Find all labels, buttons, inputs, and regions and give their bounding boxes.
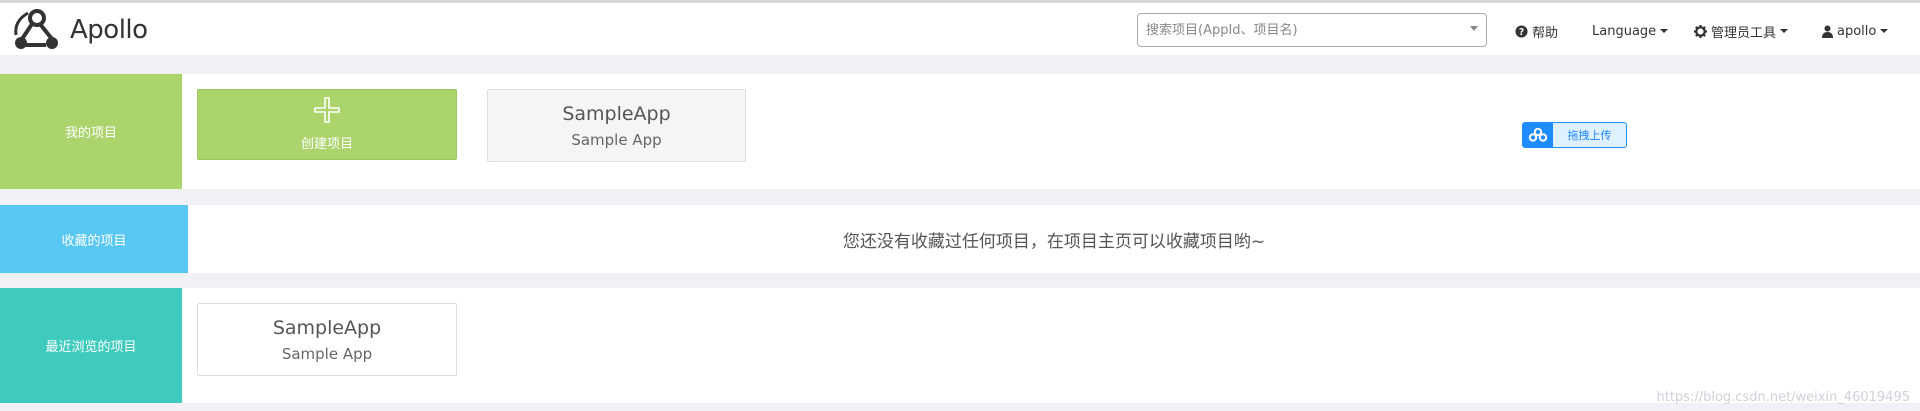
user-dropdown[interactable]: apollo <box>1822 21 1889 41</box>
favorites-section: 收藏的项目 您还没有收藏过任何项目，在项目主页可以收藏项目哟~ <box>0 205 1920 273</box>
user-icon <box>1822 25 1833 38</box>
my-projects-label: 我的项目 <box>0 74 182 189</box>
recent-section: 最近浏览的项目 SampleApp Sample App <box>0 288 1920 403</box>
upload-badge-label: 拖拽上传 <box>1567 129 1612 142</box>
brand[interactable]: Apollo <box>12 6 148 54</box>
caret-down-icon <box>1780 29 1789 33</box>
plus-icon <box>314 97 340 127</box>
favorites-empty-message: 您还没有收藏过任何项目，在项目主页可以收藏项目哟~ <box>842 231 1266 252</box>
search-input[interactable] <box>1146 22 1466 38</box>
create-project-button[interactable]: 创建项目 <box>197 89 457 160</box>
language-label: Language <box>1592 23 1657 39</box>
project-card[interactable]: SampleApp Sample App <box>197 303 457 376</box>
baidu-cloud-icon <box>1523 123 1553 147</box>
project-card[interactable]: SampleApp Sample App <box>487 89 746 162</box>
language-dropdown[interactable]: Language <box>1592 21 1669 41</box>
gear-icon <box>1694 24 1707 38</box>
help-label: 帮助 <box>1532 25 1559 41</box>
project-app-name: Sample App <box>281 344 373 363</box>
project-app-id: SampleApp <box>562 102 671 125</box>
top-navbar: Apollo ? 帮助 Language <box>0 0 1920 55</box>
project-app-id: SampleApp <box>272 316 382 339</box>
help-link[interactable]: ? 帮助 <box>1515 21 1558 41</box>
watermark: https://blog.csdn.net/weixin_46019495 <box>1656 390 1910 405</box>
svg-text:?: ? <box>1519 26 1524 37</box>
project-search-select[interactable] <box>1137 13 1487 47</box>
upload-badge[interactable]: 拖拽上传 <box>1522 122 1627 148</box>
caret-down-icon <box>1880 29 1889 33</box>
project-app-name: Sample App <box>571 130 662 149</box>
recent-label: 最近浏览的项目 <box>0 288 182 403</box>
create-project-label: 创建项目 <box>300 137 353 152</box>
admin-tools-dropdown[interactable]: 管理员工具 <box>1694 21 1789 41</box>
admin-tools-label: 管理员工具 <box>1711 25 1777 41</box>
apollo-logo-icon <box>12 7 62 53</box>
my-projects-section: 我的项目 创建项目 SampleApp Sample App <box>0 74 1920 189</box>
favorites-label: 收藏的项目 <box>0 205 188 273</box>
chevron-down-icon[interactable] <box>1470 26 1478 31</box>
user-label: apollo <box>1837 23 1877 39</box>
question-circle-icon: ? <box>1515 24 1528 38</box>
brand-name: Apollo <box>70 15 148 45</box>
caret-down-icon <box>1660 29 1669 33</box>
